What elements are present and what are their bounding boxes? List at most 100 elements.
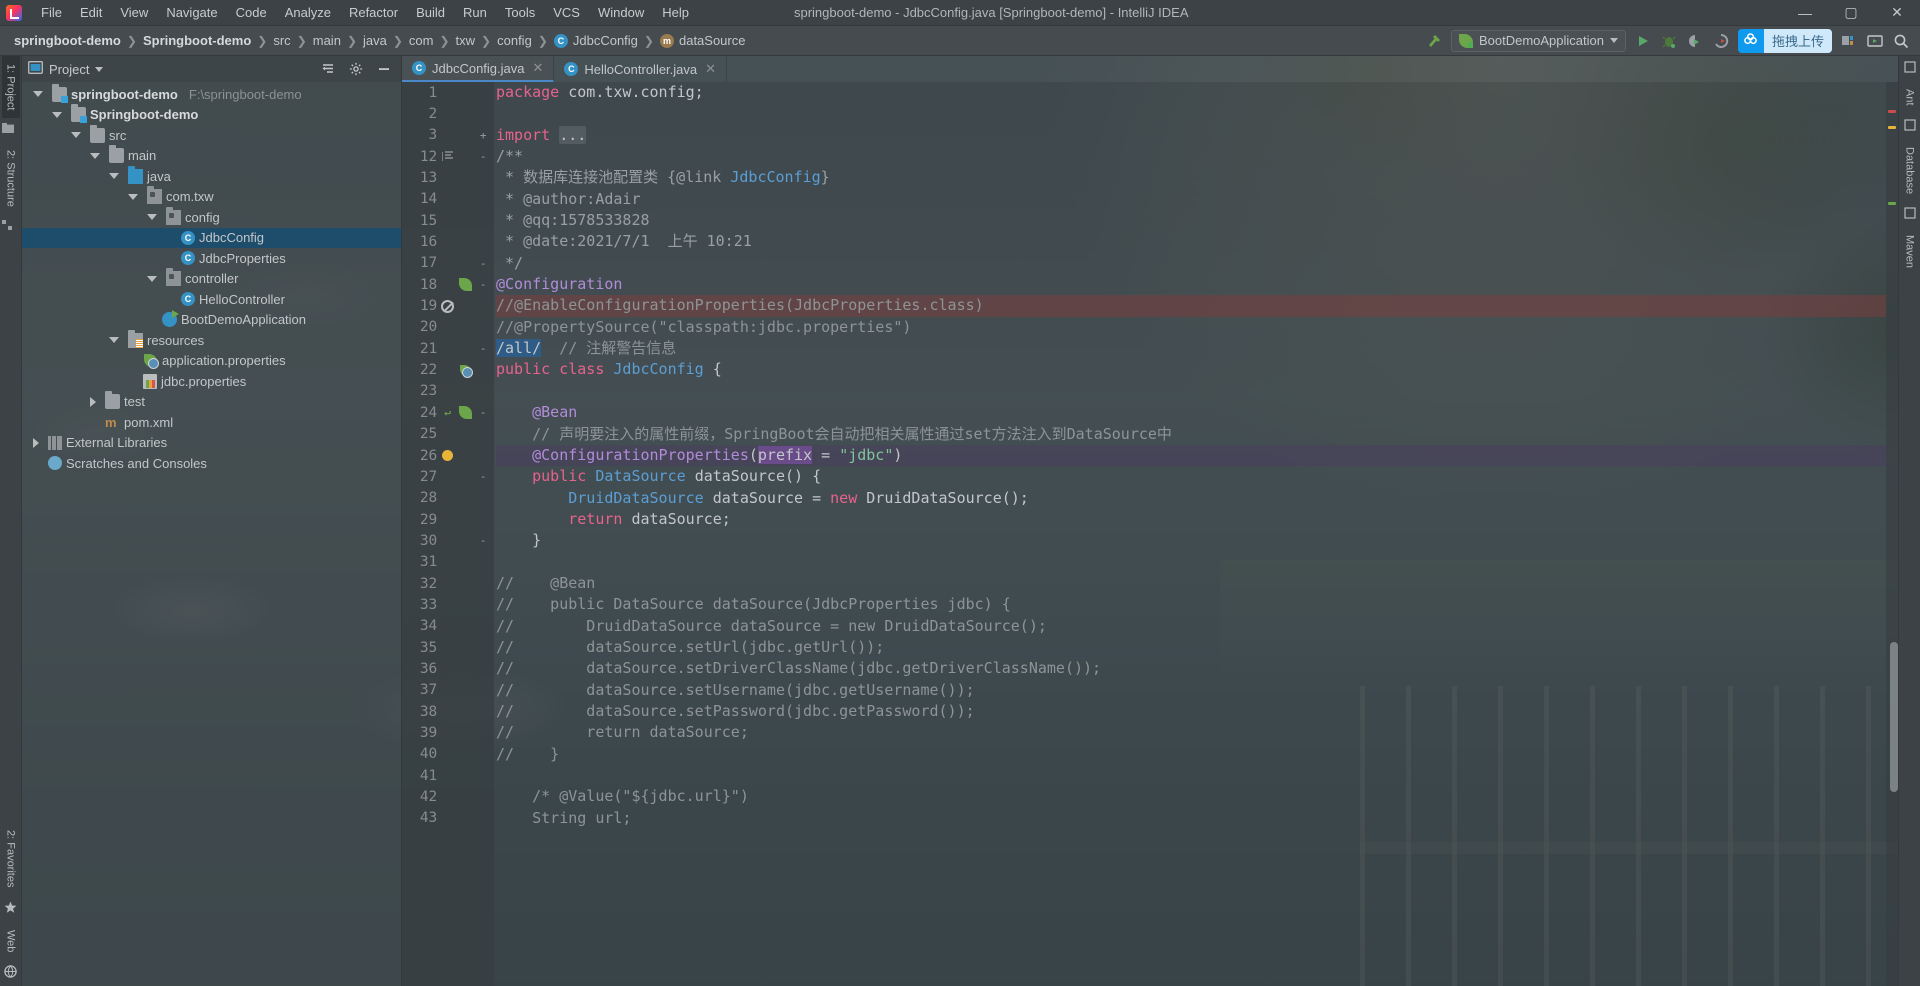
- menu-item-help[interactable]: Help: [653, 2, 698, 23]
- gutter-line[interactable]: 39: [402, 722, 494, 743]
- code-line[interactable]: // @Bean: [496, 573, 1886, 594]
- spring-config-icon[interactable]: [458, 363, 474, 378]
- menu-item-tools[interactable]: Tools: [496, 2, 544, 23]
- gutter-line[interactable]: 23: [402, 381, 494, 402]
- gutter-line[interactable]: 31: [402, 552, 494, 573]
- code-content[interactable]: package com.txw.config; import .../** * …: [494, 82, 1886, 986]
- gutter-line[interactable]: 26: [402, 445, 494, 466]
- gutter-line[interactable]: 21 -: [402, 338, 494, 359]
- rail-button-web[interactable]: Web: [2, 922, 20, 960]
- rail-button-favorites[interactable]: 2: Favorites: [2, 822, 20, 895]
- code-line[interactable]: //@EnableConfigurationProperties(JdbcPro…: [496, 295, 1886, 317]
- gutter-line[interactable]: 24 ↩ -: [402, 402, 494, 423]
- gutter-line[interactable]: 32: [402, 573, 494, 594]
- code-line[interactable]: public class JdbcConfig {: [496, 359, 1886, 380]
- chevron-down-icon[interactable]: [95, 66, 104, 72]
- fold-toggle-icon[interactable]: +: [476, 129, 490, 142]
- profile-icon[interactable]: [1708, 29, 1734, 53]
- tree-node-jdbcconfig[interactable]: C JdbcConfig: [22, 227, 401, 248]
- tree-twisty-open-icon[interactable]: [128, 193, 138, 200]
- close-icon[interactable]: ✕: [705, 61, 716, 77]
- tree-node-main[interactable]: main: [22, 145, 401, 167]
- tree-twisty-open-icon[interactable]: [33, 91, 43, 98]
- close-icon[interactable]: ✕: [533, 60, 544, 76]
- tree-node-application-properties[interactable]: application.properties: [22, 351, 401, 372]
- code-line[interactable]: */: [496, 253, 1886, 274]
- fold-toggle-icon[interactable]: -: [476, 470, 490, 483]
- breadcrumb-item-springboot-demo[interactable]: springboot-demo: [10, 31, 125, 50]
- menu-item-window[interactable]: Window: [589, 2, 653, 23]
- breadcrumb-item-src[interactable]: src: [269, 31, 294, 50]
- rail-button-project[interactable]: 1: Project: [1, 56, 20, 119]
- tree-twisty-open-icon[interactable]: [52, 111, 62, 118]
- code-line[interactable]: @Configuration: [496, 274, 1886, 295]
- upload-badge[interactable]: 拖拽上传: [1737, 28, 1832, 53]
- marker-warning[interactable]: [1888, 126, 1896, 129]
- tree-node-resources[interactable]: resources: [22, 329, 401, 351]
- intention-bulb-icon[interactable]: [440, 448, 455, 463]
- code-line[interactable]: [496, 765, 1886, 786]
- gutter-line[interactable]: 12 -: [402, 146, 494, 167]
- code-line[interactable]: // }: [496, 744, 1886, 765]
- breadcrumb-item-config[interactable]: config: [493, 31, 536, 50]
- collapse-all-icon[interactable]: [317, 58, 339, 80]
- gutter-line[interactable]: 41: [402, 765, 494, 786]
- fold-toggle-icon[interactable]: -: [476, 257, 490, 270]
- breadcrumb-item-java[interactable]: java: [359, 31, 391, 50]
- fold-toggle-icon[interactable]: -: [476, 278, 490, 291]
- menu-item-navigate[interactable]: Navigate: [157, 2, 226, 23]
- code-line[interactable]: // DruidDataSource dataSource = new Drui…: [496, 616, 1886, 637]
- code-line[interactable]: // return dataSource;: [496, 722, 1886, 743]
- breadcrumb-item-datasource[interactable]: m dataSource: [656, 31, 750, 50]
- breadcrumb-item-main[interactable]: main: [309, 31, 345, 50]
- javadoc-marker-icon[interactable]: [440, 149, 455, 164]
- menu-item-refactor[interactable]: Refactor: [340, 2, 407, 23]
- tree-node-bootdemoapplication[interactable]: BootDemoApplication: [22, 310, 401, 331]
- code-line[interactable]: // dataSource.setUsername(jdbc.getUserna…: [496, 680, 1886, 701]
- code-line[interactable]: * @author:Adair: [496, 189, 1886, 210]
- code-line[interactable]: }: [496, 530, 1886, 551]
- updates-icon[interactable]: [1862, 29, 1888, 53]
- tree-twisty-open-icon[interactable]: [109, 173, 119, 180]
- close-button[interactable]: ✕: [1874, 0, 1920, 26]
- editor-vertical-scrollbar[interactable]: [1890, 642, 1898, 792]
- code-line[interactable]: DruidDataSource dataSource = new DruidDa…: [496, 488, 1886, 509]
- code-line[interactable]: import ...: [496, 125, 1886, 146]
- tree-node-test[interactable]: test: [22, 391, 401, 413]
- gutter-line[interactable]: 14: [402, 189, 494, 210]
- breadcrumb-item-jdbcconfig[interactable]: C JdbcConfig: [550, 31, 642, 50]
- project-structure-icon[interactable]: [1836, 29, 1862, 53]
- gutter-line[interactable]: 18 -: [402, 274, 494, 295]
- editor-tab-hellocontroller-java[interactable]: C HelloController.java ✕: [554, 56, 728, 82]
- menu-item-code[interactable]: Code: [227, 2, 276, 23]
- tree-twisty-open-icon[interactable]: [109, 337, 119, 344]
- gutter-line[interactable]: 1: [402, 82, 494, 103]
- tree-node-config[interactable]: config: [22, 206, 401, 228]
- breadcrumb-item-com[interactable]: com: [405, 31, 438, 50]
- tree-node-hellocontroller[interactable]: C HelloController: [22, 289, 401, 310]
- code-line[interactable]: public DataSource dataSource() {: [496, 466, 1886, 487]
- gutter-line[interactable]: 37: [402, 680, 494, 701]
- tree-twisty-open-icon[interactable]: [147, 275, 157, 282]
- run-configuration-selector[interactable]: BootDemoApplication: [1450, 29, 1626, 52]
- gutter-line[interactable]: 42: [402, 786, 494, 807]
- tree-node-com-txw[interactable]: com.txw: [22, 186, 401, 208]
- menu-item-file[interactable]: File: [32, 2, 71, 23]
- code-line[interactable]: String url;: [496, 808, 1886, 829]
- gutter-line[interactable]: 35: [402, 637, 494, 658]
- gutter-line[interactable]: 2: [402, 103, 494, 124]
- hide-window-icon[interactable]: [373, 58, 395, 80]
- error-marker-bar[interactable]: [1886, 82, 1898, 986]
- spring-bean-icon[interactable]: [458, 405, 473, 420]
- code-line[interactable]: * @date:2021/7/1 上午 10:21: [496, 231, 1886, 252]
- tree-twisty-open-icon[interactable]: [71, 132, 81, 139]
- gutter-line[interactable]: 3 +: [402, 125, 494, 146]
- tree-twisty-closed-icon[interactable]: [33, 437, 39, 448]
- gutter-line[interactable]: 16: [402, 231, 494, 252]
- menu-item-edit[interactable]: Edit: [71, 2, 111, 23]
- tree-node-pom-xml[interactable]: m pom.xml: [22, 412, 401, 433]
- gutter-line[interactable]: 22: [402, 359, 494, 380]
- menu-item-build[interactable]: Build: [407, 2, 454, 23]
- code-line[interactable]: // dataSource.setPassword(jdbc.getPasswo…: [496, 701, 1886, 722]
- editor-tab-jdbcconfig-java[interactable]: C JdbcConfig.java ✕: [402, 56, 555, 82]
